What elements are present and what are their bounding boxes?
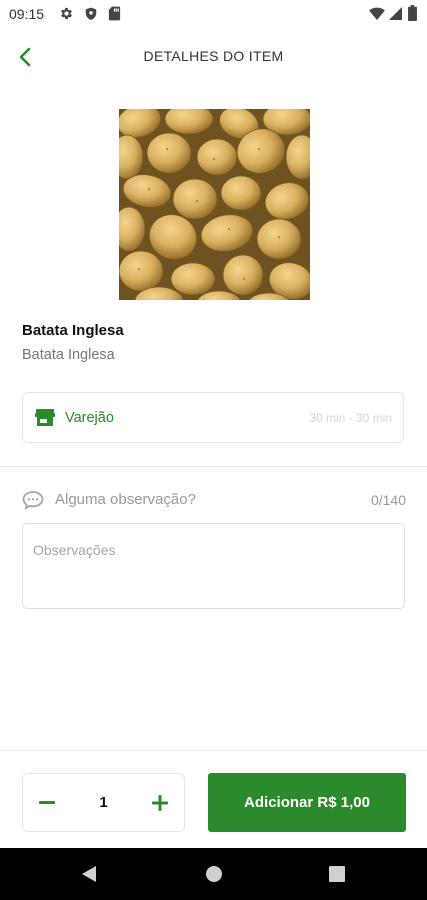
sd-card-icon: [108, 6, 121, 21]
product-image: [119, 109, 310, 300]
shield-icon: [85, 7, 97, 20]
chat-bubble-icon: [22, 491, 44, 510]
potatoes-photo: [119, 109, 310, 300]
delivery-time: 30 min - 30 min: [309, 411, 392, 425]
gear-icon: [61, 7, 72, 20]
quantity-stepper: 1: [22, 773, 185, 832]
divider: [0, 466, 427, 467]
add-to-cart-button[interactable]: Adicionar R$ 1,00: [208, 773, 406, 832]
store-card[interactable]: Varejão 30 min - 30 min: [22, 392, 404, 443]
divider: [0, 750, 427, 751]
plus-icon: [152, 795, 168, 811]
observation-input[interactable]: [22, 523, 405, 609]
system-nav-bar: [0, 848, 427, 900]
store-name: Varejão: [65, 410, 114, 426]
page-title: DETALHES DO ITEM: [143, 48, 284, 64]
increment-button[interactable]: [145, 788, 175, 818]
product-description: Batata Inglesa: [22, 347, 115, 363]
status-time: 09:15: [9, 6, 45, 22]
signal-icon: [389, 7, 402, 20]
product-name: Batata Inglesa: [22, 322, 124, 339]
recents-square-icon[interactable]: [329, 866, 345, 882]
storefront-icon: [35, 409, 55, 426]
status-bar: 09:15: [0, 0, 427, 28]
battery-icon: [408, 5, 417, 21]
observation-counter: 0/140: [370, 492, 406, 508]
home-circle-icon[interactable]: [205, 865, 223, 883]
observation-label: Alguma observação?: [55, 491, 196, 508]
back-triangle-icon[interactable]: [80, 864, 98, 884]
app-bar: DETALHES DO ITEM: [0, 28, 427, 84]
wifi-icon: [369, 7, 385, 20]
